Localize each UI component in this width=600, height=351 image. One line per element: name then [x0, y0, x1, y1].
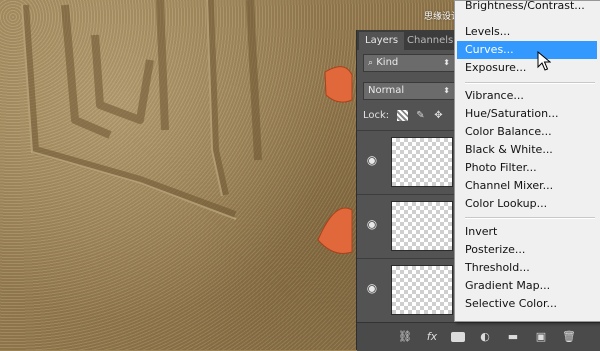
- menu-item-gradient-map[interactable]: Gradient Map...: [455, 277, 600, 295]
- lock-label: Lock:: [363, 110, 390, 121]
- menu-item-vibrance[interactable]: Vibrance...: [455, 87, 600, 105]
- eye-icon[interactable]: ◉: [365, 281, 379, 295]
- tab-layers[interactable]: Layers: [359, 32, 405, 50]
- new-layer-icon[interactable]: ▣: [533, 329, 549, 345]
- mouse-pointer-icon: [537, 51, 551, 71]
- layer-thumbnail: [391, 201, 453, 251]
- menu-item-selective-color[interactable]: Selective Color...: [455, 295, 600, 313]
- layer-row[interactable]: ◉: [357, 194, 457, 257]
- brush-icon[interactable]: ✎: [415, 110, 426, 121]
- chevron-updown-icon: ⬍: [443, 86, 450, 95]
- menu-item-brightness-contrast[interactable]: Brightness/Contrast...: [455, 0, 600, 15]
- menu-item-photo-filter[interactable]: Photo Filter...: [455, 159, 600, 177]
- layer-thumbnail: [391, 265, 453, 315]
- adjustment-icon[interactable]: ◐: [477, 329, 493, 345]
- blend-mode-value: Normal: [368, 85, 405, 96]
- menu-item-color-balance[interactable]: Color Balance...: [455, 123, 600, 141]
- menu-item-posterize[interactable]: Posterize...: [455, 241, 600, 259]
- blend-mode-dropdown[interactable]: Normal ⬍: [363, 82, 455, 100]
- panel-footer: ⛓ fx ◐ ▬ ▣ 🗑: [357, 322, 600, 351]
- kind-label: Kind: [376, 57, 399, 68]
- menu-item-exposure[interactable]: Exposure...: [455, 59, 600, 77]
- menu-item-threshold[interactable]: Threshold...: [455, 259, 600, 277]
- eye-icon[interactable]: ◉: [365, 153, 379, 167]
- search-icon: ⌕: [368, 58, 374, 68]
- menu-item-black-white[interactable]: Black & White...: [455, 141, 600, 159]
- menu-separator: [465, 82, 595, 84]
- move-icon[interactable]: ✥: [433, 110, 444, 121]
- chevron-updown-icon: ⬍: [443, 58, 450, 67]
- layer-thumbnail: [391, 137, 453, 187]
- starfish-icon: [324, 66, 353, 103]
- menu-separator: [465, 217, 595, 219]
- trash-icon[interactable]: 🗑: [561, 329, 577, 345]
- fx-icon[interactable]: fx: [423, 329, 441, 345]
- menu-item-channel-mixer[interactable]: Channel Mixer...: [455, 177, 600, 195]
- menu-item-hue-saturation[interactable]: Hue/Saturation...: [455, 105, 600, 123]
- layer-row[interactable]: ◉: [357, 130, 457, 193]
- menu-item-curves[interactable]: Curves...: [457, 41, 597, 59]
- lock-transparent-icon[interactable]: [397, 110, 408, 121]
- menu-item-levels[interactable]: Levels...: [455, 23, 600, 41]
- folder-icon[interactable]: ▬: [505, 329, 521, 345]
- adjustment-menu: Brightness/Contrast... Levels... Curves.…: [454, 0, 600, 322]
- eye-icon[interactable]: ◉: [365, 217, 379, 231]
- tab-channels[interactable]: Channels: [401, 32, 459, 50]
- link-icon[interactable]: ⛓: [397, 329, 413, 345]
- kind-filter-dropdown[interactable]: ⌕ Kind ⬍: [363, 54, 455, 72]
- layer-row[interactable]: ◉: [357, 258, 457, 321]
- mask-icon[interactable]: [451, 332, 465, 342]
- menu-item-color-lookup[interactable]: Color Lookup...: [455, 195, 600, 213]
- menu-item-invert[interactable]: Invert: [455, 223, 600, 241]
